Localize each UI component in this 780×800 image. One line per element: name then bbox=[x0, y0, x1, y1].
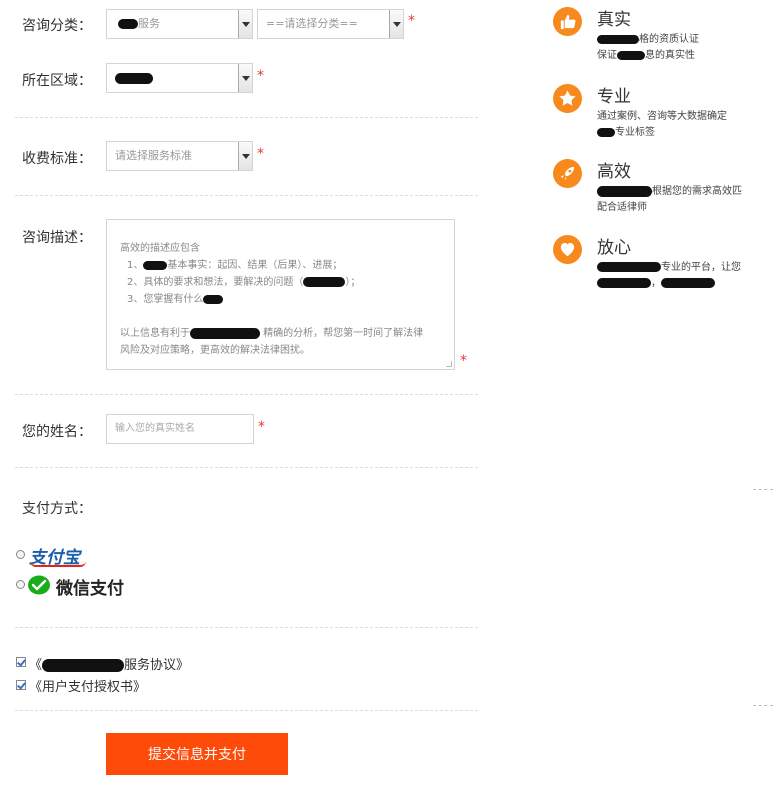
chevron-down-icon bbox=[238, 142, 252, 170]
divider bbox=[15, 467, 478, 468]
required-mark: * bbox=[258, 419, 265, 435]
redacted-mark bbox=[143, 260, 168, 270]
redacted-mark bbox=[115, 72, 153, 84]
feature-desc: 通过案例、咨询等大数据确定 专业标签 bbox=[597, 111, 727, 138]
redacted-mark bbox=[118, 19, 138, 29]
fee-select[interactable]: 请选择服务标准 bbox=[106, 141, 253, 171]
required-mark: * bbox=[257, 68, 264, 84]
name-input[interactable]: 输入您的真实姓名 bbox=[106, 414, 254, 444]
feature-desc: 专业的平台，让您 ， bbox=[597, 260, 741, 292]
thumbs-up-icon bbox=[553, 7, 582, 36]
divider bbox=[753, 705, 773, 706]
chevron-down-icon bbox=[389, 10, 403, 38]
divider bbox=[15, 627, 478, 628]
wechat-icon bbox=[28, 575, 50, 595]
fee-label: 收费标准： bbox=[22, 151, 92, 167]
redacted-mark bbox=[597, 278, 651, 288]
divider bbox=[15, 710, 478, 711]
region-label: 所在区域： bbox=[22, 73, 92, 89]
description-line: 以上信息有利于 精确的分析，帮您第一时间了解法律 bbox=[120, 327, 424, 339]
feature-desc: 根据您的需求高效匹 配合适律师 bbox=[597, 185, 742, 213]
star-icon bbox=[553, 84, 582, 113]
description-textarea[interactable]: 高效的描述应包含 1、 基本事实：起因、结果（后果）、进展； 2、具体的要求和想法… bbox=[106, 219, 455, 370]
alipay-swoosh-icon bbox=[30, 561, 86, 567]
redacted-mark bbox=[597, 127, 615, 137]
redacted-mark bbox=[661, 278, 715, 288]
feature-title: 真实 bbox=[597, 10, 631, 30]
service-agreement-checkbox[interactable] bbox=[16, 657, 26, 667]
required-mark: * bbox=[408, 13, 415, 29]
resize-handle[interactable] bbox=[446, 361, 452, 367]
divider bbox=[15, 195, 478, 196]
feature-title: 高效 bbox=[597, 162, 631, 182]
redacted-mark bbox=[597, 262, 661, 272]
description-line: 风险及对应策略，更高效的解决法律困扰。 bbox=[120, 345, 310, 356]
divider bbox=[15, 394, 478, 395]
features-panel: 真实 格的资质认证 保证 息的真实性 专业 通过案例、咨询等大数据确定 专业标签 … bbox=[545, 0, 780, 800]
alipay-radio[interactable] bbox=[16, 550, 25, 559]
description-line: 1、 基本事实：起因、结果（后果）、进展； bbox=[127, 260, 343, 271]
redacted-mark bbox=[617, 50, 645, 60]
feature-title: 放心 bbox=[597, 238, 631, 258]
required-mark: * bbox=[257, 146, 264, 162]
auth-agreement-link[interactable]: 《用户支付授权书》 bbox=[29, 676, 146, 695]
category-select[interactable]: ==请选择分类== bbox=[257, 9, 404, 39]
payment-label: 支付方式： bbox=[22, 501, 92, 517]
divider bbox=[753, 489, 773, 490]
region-select[interactable] bbox=[106, 63, 253, 93]
wechat-pay-label[interactable]: 微信支付 bbox=[56, 574, 124, 599]
category-label: 咨询分类： bbox=[22, 18, 92, 34]
redacted-mark bbox=[203, 294, 224, 304]
feature-title: 专业 bbox=[597, 87, 631, 107]
auth-agreement-checkbox[interactable] bbox=[16, 680, 26, 690]
category-placeholder: ==请选择分类== bbox=[266, 17, 358, 30]
description-line: 2、具体的要求和想法，要解决的问题（）； bbox=[127, 277, 361, 288]
redacted-mark bbox=[303, 277, 346, 287]
rocket-icon bbox=[553, 159, 582, 188]
service-agreement-link[interactable]: 《服务协议》 bbox=[29, 654, 189, 673]
feature-desc: 格的资质认证 保证 息的真实性 bbox=[597, 34, 699, 61]
redacted-mark bbox=[597, 34, 639, 44]
name-placeholder: 输入您的真实姓名 bbox=[115, 423, 195, 434]
submit-button[interactable]: 提交信息并支付 bbox=[106, 733, 288, 775]
description-label: 咨询描述： bbox=[22, 230, 92, 246]
chevron-down-icon bbox=[238, 10, 252, 38]
fee-placeholder: 请选择服务标准 bbox=[115, 149, 192, 162]
redacted-mark bbox=[597, 185, 652, 197]
redacted-mark bbox=[42, 659, 125, 672]
service-type-value: 服务 bbox=[138, 17, 160, 30]
wechat-pay-radio[interactable] bbox=[16, 580, 25, 589]
name-label: 您的姓名： bbox=[22, 424, 92, 440]
service-type-select[interactable]: 服务 bbox=[106, 9, 253, 39]
consultation-form: 咨询分类： 服务 ==请选择分类== * 所在区域： * 收费标准： 请选择服务… bbox=[0, 0, 480, 800]
description-line: 3、您掌握有什么 bbox=[120, 291, 442, 308]
required-mark: * bbox=[460, 353, 467, 369]
chevron-down-icon bbox=[238, 64, 252, 92]
redacted-mark bbox=[190, 327, 260, 339]
description-line: 高效的描述应包含 bbox=[120, 243, 200, 254]
divider bbox=[15, 117, 478, 118]
heart-icon bbox=[553, 235, 582, 264]
